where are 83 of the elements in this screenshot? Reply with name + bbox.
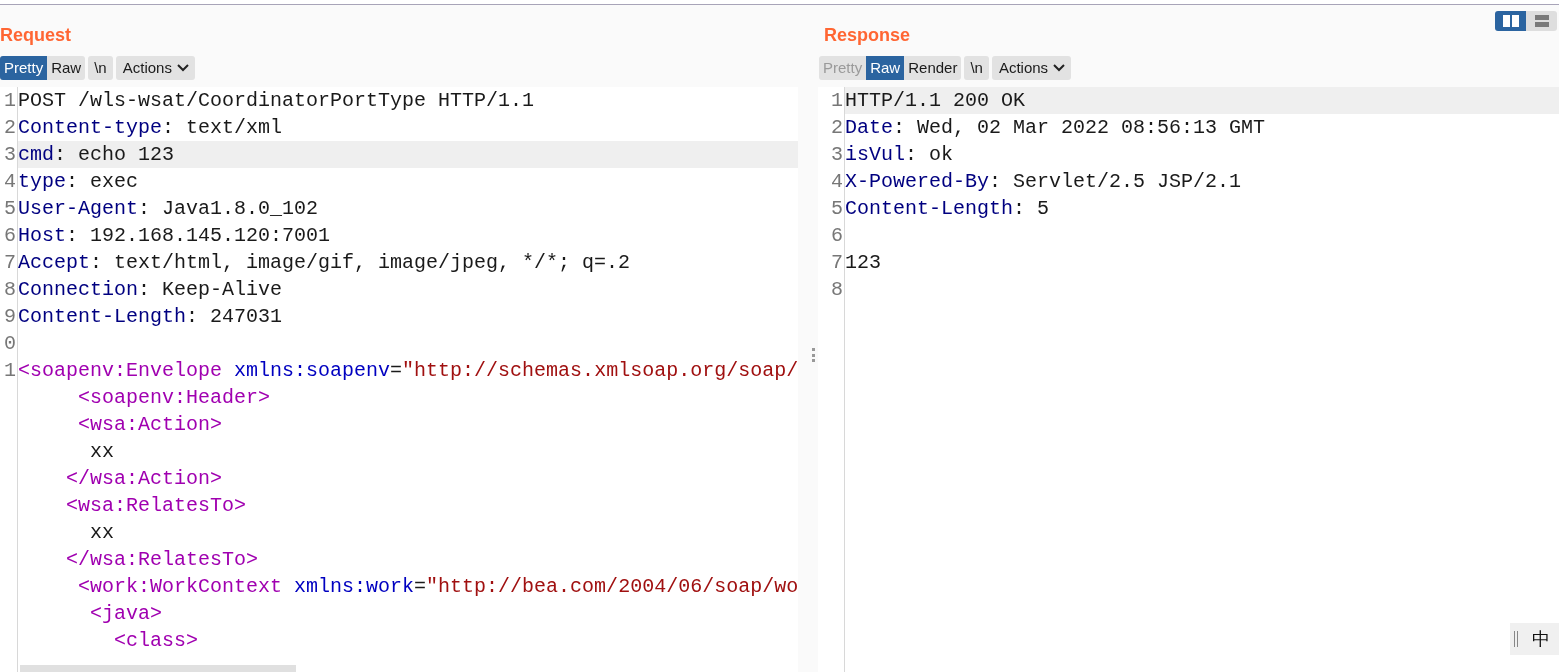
code-text: : Keep-Alive xyxy=(138,276,283,303)
chevron-down-icon xyxy=(176,64,189,72)
code-text: : Servlet/2.5 JSP/2.1 xyxy=(989,168,1242,195)
code-text: Content-Length xyxy=(845,195,1014,222)
line-number: 3 xyxy=(831,141,843,168)
actions-button[interactable]: Actions xyxy=(991,56,1072,80)
code-text: "http://schemas.xmlsoap.org/soap/ xyxy=(402,357,798,384)
pane-title: Request xyxy=(0,26,71,44)
line-number: 4 xyxy=(4,168,16,195)
line-number: 1 xyxy=(831,87,843,114)
code-text: "http://bea.com/2004/06/soap/wo xyxy=(426,573,798,600)
layout-toggle-button[interactable] xyxy=(1526,11,1557,31)
code-text: Date xyxy=(845,114,893,141)
rows-icon xyxy=(1534,15,1549,27)
code-text: <wsa:Action> xyxy=(77,411,223,438)
code-text: <soapenv:Envelope xyxy=(18,357,223,384)
code-text: <wsa:RelatesTo> xyxy=(65,492,247,519)
code-text: xmlns:soapenv xyxy=(233,357,391,384)
line-number: 1 xyxy=(4,87,16,114)
code-text: POST /wls-wsat/CoordinatorPortType HTTP/1.1 xyxy=(18,87,535,114)
code-text: : text/xml xyxy=(162,114,283,141)
code-text: : 247031 xyxy=(186,303,283,330)
code-text: : exec xyxy=(66,168,139,195)
line-number: 3 xyxy=(4,141,16,168)
line-number: 6 xyxy=(831,222,843,249)
code-text: X-Powered-By xyxy=(845,168,990,195)
code-text: xx xyxy=(89,438,114,465)
code-text: Connection xyxy=(18,276,139,303)
code-text: <java> xyxy=(89,600,163,627)
code-text: = xyxy=(390,357,403,384)
code-text: <class> xyxy=(113,627,199,654)
code-text: Host xyxy=(18,222,66,249)
code-text: : echo 123 xyxy=(54,141,175,168)
code-text: Content-type xyxy=(18,114,163,141)
code-text: User-Agent xyxy=(18,195,139,222)
code-text: HTTP/1.1 200 OK xyxy=(845,87,1026,114)
scrollbar-thumb[interactable] xyxy=(20,665,296,672)
code-text: cmd xyxy=(18,141,54,168)
view-tab[interactable]: Pretty xyxy=(0,56,48,80)
code-text: : Java1.8.0_102 xyxy=(138,195,319,222)
line-number: 1 xyxy=(4,357,16,384)
ime-indicator[interactable]: 中 xyxy=(1510,623,1559,655)
resize-handle-icon[interactable] xyxy=(811,348,815,362)
line-number: 6 xyxy=(4,222,16,249)
line-number: 7 xyxy=(831,249,843,276)
line-number: 9 xyxy=(4,303,16,330)
line-number: 5 xyxy=(4,195,16,222)
code-text: : Wed, 02 Mar 2022 08:56:13 GMT xyxy=(893,114,1266,141)
line-number: 5 xyxy=(831,195,843,222)
view-tab[interactable]: Raw xyxy=(47,56,86,80)
newline-toggle-button[interactable]: \n xyxy=(964,56,989,80)
code-text: <soapenv:Header> xyxy=(77,384,271,411)
code-text: </wsa:RelatesTo> xyxy=(65,546,259,573)
line-number: 0 xyxy=(4,330,16,357)
line-number: 2 xyxy=(831,114,843,141)
line-number: 2 xyxy=(4,114,16,141)
columns-icon xyxy=(1502,15,1519,27)
line-number: 8 xyxy=(831,276,843,303)
line-number: 8 xyxy=(4,276,16,303)
line-number: 4 xyxy=(831,168,843,195)
line-number: 7 xyxy=(4,249,16,276)
code-text: xmlns:work xyxy=(293,573,415,600)
code-text: </wsa:Action> xyxy=(65,465,223,492)
code-text: : text/html, image/gif, image/jpeg, */*; q=.2 xyxy=(90,249,631,276)
code-text: : 192.168.145.120:7001 xyxy=(66,222,331,249)
code-text: type xyxy=(18,168,66,195)
actions-button[interactable]: Actions xyxy=(115,56,195,80)
code-text: = xyxy=(414,573,427,600)
view-tab[interactable]: Render xyxy=(904,56,962,80)
view-tab[interactable]: Raw xyxy=(866,56,905,80)
code-text: : ok xyxy=(905,141,954,168)
newline-toggle-button[interactable]: \n xyxy=(88,56,113,80)
code-text: : 5 xyxy=(1013,195,1050,222)
code-text: xx xyxy=(89,519,114,546)
code-text: Accept xyxy=(18,249,90,276)
code-text: 123 xyxy=(845,249,881,276)
pane-title: Response xyxy=(824,26,911,44)
chevron-down-icon xyxy=(1053,64,1066,72)
layout-toggle-button[interactable] xyxy=(1495,11,1526,31)
code-text: <work:WorkContext xyxy=(77,573,283,600)
grip-icon xyxy=(1514,631,1518,647)
code-text: Content-Length xyxy=(18,303,187,330)
code-text: isVul xyxy=(845,141,905,168)
